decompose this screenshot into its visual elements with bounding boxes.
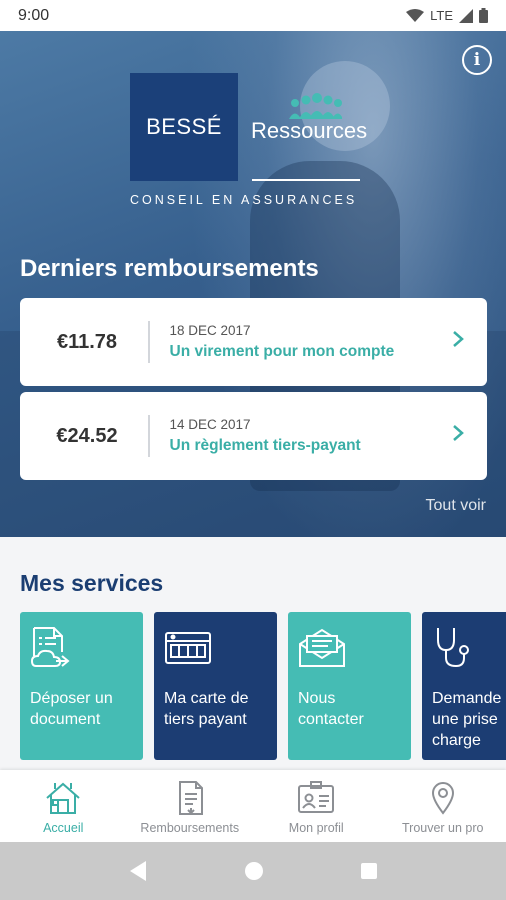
reimbursement-date: 18 DEC 2017 <box>169 323 251 338</box>
service-tile-label-line: Déposer un <box>30 690 113 707</box>
nav-item-reimbursements[interactable]: Remboursements <box>127 770 254 842</box>
envelope-icon <box>299 628 345 667</box>
service-tile-label: Demande une prise charge <box>432 688 501 751</box>
logo-divider <box>252 179 360 181</box>
status-icons: LTE <box>406 8 488 23</box>
service-tile-card[interactable]: Ma carte de tiers payant <box>154 612 277 760</box>
service-tile-label-line: Ma carte de <box>164 690 249 707</box>
stethoscope-icon <box>437 628 469 668</box>
service-tile-label-line: tiers payant <box>164 711 247 728</box>
nav-item-find-pro[interactable]: Trouver un pro <box>380 770 506 842</box>
reimbursement-card[interactable]: €24.52 14 DEC 2017 Un règlement tiers-pa… <box>20 392 487 480</box>
reimbursement-info: 18 DEC 2017 Un virement pour mon compte <box>150 323 452 361</box>
card-icon <box>165 632 211 664</box>
recents-icon[interactable] <box>360 862 378 880</box>
home-icon <box>46 782 80 814</box>
logo-product-name: Ressources <box>251 118 368 143</box>
logo: BESSÉ Ressources CONSEIL EN ASSURANCES <box>130 73 370 213</box>
reimbursement-info: 14 DEC 2017 Un règlement tiers-payant <box>150 417 452 455</box>
service-tile-label-line: contacter <box>298 711 364 728</box>
hero-banner: i BESSÉ Ressources CONSEIL EN ASSURANCES… <box>0 31 506 537</box>
document-upload-icon <box>30 627 70 667</box>
wifi-icon <box>406 8 425 22</box>
nav-item-home[interactable]: Accueil <box>0 770 127 842</box>
service-tile-upload-document[interactable]: Déposer un document <box>20 612 143 760</box>
nav-item-label: Remboursements <box>140 821 240 835</box>
back-icon[interactable] <box>128 860 148 882</box>
nav-item-profile[interactable]: Mon profil <box>253 770 380 842</box>
see-all-link[interactable]: Tout voir <box>426 497 486 515</box>
signal-icon <box>459 8 473 23</box>
nav-item-label: Trouver un pro <box>401 821 484 835</box>
info-icon[interactable]: i <box>462 45 492 75</box>
service-tile-label-line: Nous <box>298 690 336 707</box>
service-tile-care-request[interactable]: Demande une prise charge <box>422 612 506 760</box>
system-nav-bar <box>0 842 506 900</box>
service-tile-label: Déposer un document <box>30 688 113 730</box>
service-tile-label-line: charge <box>432 732 481 749</box>
chevron-right-icon <box>451 330 487 354</box>
network-type: LTE <box>430 8 453 23</box>
receipt-icon <box>178 781 203 815</box>
logo-brand-name: BESSÉ <box>146 114 222 139</box>
service-tile-label-line: Demande <box>432 690 502 707</box>
reimbursement-amount: €24.52 <box>56 424 118 447</box>
home-button-icon[interactable] <box>244 861 264 881</box>
services-title: Mes services <box>20 570 164 596</box>
people-icon <box>289 93 342 119</box>
status-time: 9:00 <box>18 6 50 24</box>
reimbursement-card[interactable]: €11.78 18 DEC 2017 Un virement pour mon … <box>20 298 487 386</box>
service-tile-contact[interactable]: Nous contacter <box>288 612 411 760</box>
status-bar: 9:00 LTE <box>0 0 506 31</box>
reimbursement-label: Un règlement tiers-payant <box>169 437 361 454</box>
nav-item-label: Mon profil <box>288 821 344 835</box>
service-tile-label: Ma carte de tiers payant <box>164 688 248 730</box>
logo-tagline: CONSEIL EN ASSURANCES <box>130 193 358 207</box>
nav-item-label: Accueil <box>43 821 84 835</box>
id-card-icon <box>298 781 335 813</box>
logo-brand-box: BESSÉ <box>130 73 238 181</box>
map-pin-icon <box>431 782 454 815</box>
reimbursement-label: Un virement pour mon compte <box>169 343 395 360</box>
battery-icon <box>479 8 488 23</box>
service-tile-label-line: document <box>30 711 101 728</box>
reimbursement-date: 14 DEC 2017 <box>169 417 251 432</box>
bottom-nav: Accueil Remboursements Mon profil Trouve… <box>0 770 506 842</box>
service-tile-label: Nous contacter <box>298 688 364 730</box>
reimbursement-amount: €11.78 <box>56 330 118 353</box>
reimbursements-title: Derniers remboursements <box>20 255 319 282</box>
service-tile-label-line: une prise <box>432 711 498 728</box>
chevron-right-icon <box>451 424 487 448</box>
